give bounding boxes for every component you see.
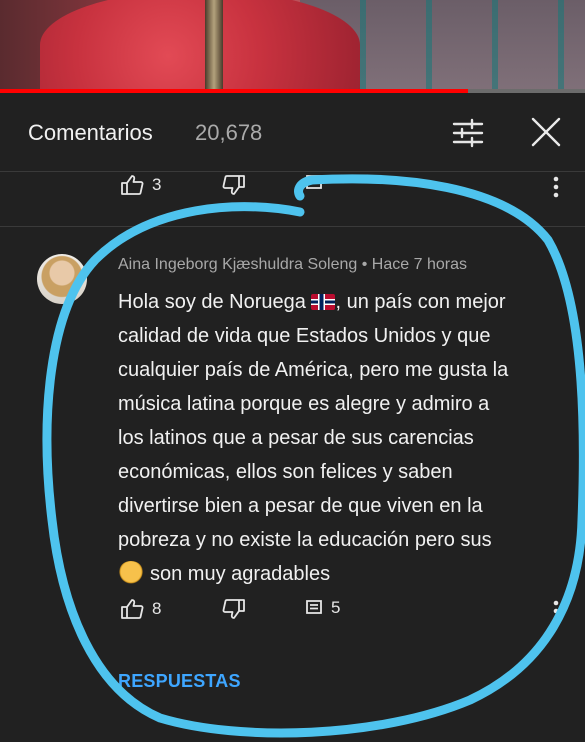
thumbnail-bedpost — [205, 0, 223, 92]
comment-line: pobreza y no existe la educación pero su… — [118, 529, 492, 551]
thumbnail-dress — [40, 0, 360, 92]
comment-meta: Aina Ingeborg Kjæshuldra Soleng • Hace 7… — [118, 256, 467, 274]
comment-line: son muy agradables — [118, 557, 568, 591]
avatar[interactable] — [37, 254, 87, 304]
comment-text: Hola soy de Noruega , un país con mejor … — [118, 285, 568, 591]
comment-line: los latinos que a pesar de sus carencias — [118, 427, 474, 449]
comment-line: Hola soy de Noruega , un país con mejor — [118, 291, 506, 313]
sort-sliders-icon[interactable] — [451, 118, 485, 148]
thumbs-up-icon — [121, 175, 144, 195]
more-vert-icon[interactable] — [553, 176, 559, 198]
like-count: 8 — [152, 599, 162, 618]
reply-icon — [306, 600, 322, 614]
reply-button[interactable] — [305, 174, 323, 192]
author-name[interactable]: Aina Ingeborg Kjæshuldra Soleng — [118, 256, 357, 273]
reply-count: 5 — [331, 598, 341, 617]
reply-icon — [306, 175, 322, 189]
close-icon[interactable] — [530, 116, 562, 148]
like-button[interactable]: 3 — [120, 174, 161, 196]
like-button[interactable]: 8 — [120, 598, 161, 620]
comment-time: Hace 7 horas — [371, 256, 467, 273]
thumbs-up-icon — [121, 599, 144, 619]
thumbs-down-icon — [222, 599, 245, 619]
thumbs-down-icon — [222, 175, 245, 195]
comment-line: económicas, ellos son felices y saben — [118, 461, 453, 483]
comment-line: divertirse bien a pesar de que viven en … — [118, 495, 483, 517]
norway-flag-icon — [311, 294, 336, 310]
comment-line: calidad de vida que Estados Unidos y que — [118, 325, 491, 347]
dislike-button[interactable] — [222, 598, 246, 620]
previous-comment-actions: 3 — [0, 174, 585, 204]
comments-count: 20,678 — [195, 120, 263, 145]
dislike-button[interactable] — [222, 174, 246, 196]
comment-divider — [0, 226, 585, 227]
video-thumbnail[interactable] — [0, 0, 585, 92]
like-count: 3 — [152, 175, 162, 194]
comment-line: música latina porque es alegre y admiro … — [118, 393, 490, 415]
meta-separator: • — [361, 256, 368, 273]
comment-line: cualquier país de América, pero me gusta… — [118, 359, 509, 381]
more-vert-icon[interactable] — [553, 600, 559, 622]
view-replies-button[interactable]: RESPUESTAS — [118, 671, 241, 692]
comments-title: Comentarios — [28, 120, 153, 145]
reply-button[interactable]: 5 — [305, 598, 340, 618]
emoji-icon — [118, 561, 144, 585]
comment-actions: 8 5 — [0, 598, 585, 628]
comments-header: Comentarios 20,678 — [0, 93, 585, 172]
